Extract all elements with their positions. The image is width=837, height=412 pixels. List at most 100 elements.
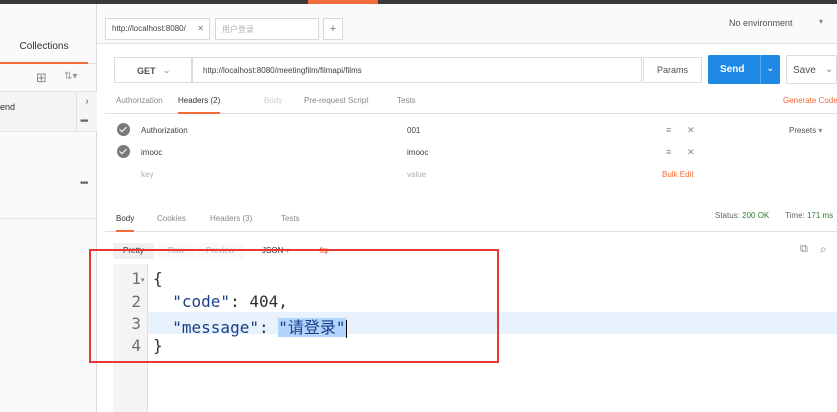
chevron-down-icon[interactable]: ⌄ xyxy=(825,64,833,75)
status-label: Status: xyxy=(715,211,740,220)
tab-collections[interactable]: Collections xyxy=(0,40,88,64)
params-button[interactable]: Params xyxy=(643,57,702,83)
drag-handle-icon[interactable]: ≡ xyxy=(666,147,671,157)
header-row: imooc imooc ≡ ✕ xyxy=(105,142,837,164)
line-gutter: 1 ▾ 2 3 4 xyxy=(113,264,148,412)
json-comma: , xyxy=(278,292,288,311)
generate-code-link[interactable]: Generate Code xyxy=(783,96,837,105)
view-preview-button[interactable]: Preview xyxy=(196,243,245,259)
sidebar: Collections ⊞ ⇅▾ end › ••• ••• xyxy=(0,4,97,412)
chevron-down-icon: ▾ xyxy=(285,246,290,255)
code-line: "message": "请登录" xyxy=(153,314,347,338)
line-number: 1 xyxy=(131,269,141,288)
format-select[interactable]: JSON ▾ xyxy=(262,246,290,255)
request-tab[interactable]: 用户登录 xyxy=(215,18,319,40)
delete-icon[interactable]: ✕ xyxy=(687,147,695,158)
tab-response-headers-label: Headers xyxy=(210,214,241,223)
line-number: 2 xyxy=(131,292,141,311)
header-row-new: key value Bulk Edit xyxy=(105,164,837,186)
json-string-selected: "请登录" xyxy=(278,318,346,337)
time-label: Time: xyxy=(785,211,805,220)
header-row: Authorization 001 ≡ ✕ Presets ▾ xyxy=(105,120,837,142)
close-icon[interactable]: ✕ xyxy=(197,24,204,33)
method-select[interactable]: GET ⌄ xyxy=(114,57,192,83)
json-key: "message" xyxy=(172,318,259,337)
code-line: "code": 404, xyxy=(153,292,288,311)
header-key[interactable]: Authorization xyxy=(141,126,188,135)
json-brace: } xyxy=(153,336,163,355)
presets-dropdown[interactable]: Presets ▾ xyxy=(789,126,822,135)
tab-response-tests[interactable]: Tests xyxy=(281,214,300,223)
response-body-editor[interactable]: 1 ▾ 2 3 4 { "code": 404, "message": "请登录… xyxy=(113,264,837,412)
view-raw-button[interactable]: Raw xyxy=(158,243,195,259)
response-tabs: Body Cookies Headers (3) Tests Status: 2… xyxy=(105,206,837,232)
more-options-icon[interactable]: ••• xyxy=(80,116,88,127)
more-options-icon[interactable]: ••• xyxy=(80,178,88,189)
sidebar-item-label: end xyxy=(0,102,16,112)
tab-headers-count: (2) xyxy=(210,96,221,105)
new-folder-icon[interactable]: ⊞ xyxy=(36,70,47,86)
tab-headers[interactable]: Headers (2) xyxy=(178,96,221,114)
fold-icon[interactable]: ▾ xyxy=(141,276,145,284)
add-tab-button[interactable]: + xyxy=(323,18,343,40)
header-key-input[interactable]: key xyxy=(141,170,153,179)
header-checkbox[interactable] xyxy=(117,123,130,136)
tab-response-headers[interactable]: Headers (3) xyxy=(210,214,252,223)
tab-prerequest-script[interactable]: Pre-request Script xyxy=(304,96,368,105)
postman-window: Collections ⊞ ⇅▾ end › ••• ••• http://lo… xyxy=(0,0,837,412)
json-key: "code" xyxy=(172,292,231,311)
sidebar-item-collection[interactable]: end › ••• xyxy=(0,92,97,132)
sidebar-divider xyxy=(0,218,97,219)
response-status: Status: 200 OK xyxy=(715,211,769,220)
chevron-down-icon: ▾ xyxy=(818,126,823,135)
sort-icon[interactable]: ⇅▾ xyxy=(64,71,77,82)
wrap-lines-icon[interactable]: ⇆ xyxy=(319,244,328,257)
method-label: GET xyxy=(137,66,156,76)
request-subtabs: Authorization Headers (2) Body Pre-reque… xyxy=(105,90,837,114)
bulk-edit-link[interactable]: Bulk Edit xyxy=(662,170,694,179)
header-checkbox[interactable] xyxy=(117,145,130,158)
view-pretty-button[interactable]: Pretty xyxy=(113,243,154,259)
drag-handle-icon[interactable]: ≡ xyxy=(666,125,671,135)
request-tabstrip: http://localhost:8080/ ✕ 用户登录 + No envir… xyxy=(97,4,837,44)
tab-response-body[interactable]: Body xyxy=(116,214,135,232)
json-colon: : xyxy=(230,292,250,311)
tab-response-headers-count: (3) xyxy=(242,214,253,223)
chevron-glyph: › xyxy=(85,96,89,107)
url-input[interactable]: http://localhost:8080/meetingfilm/filmap… xyxy=(192,57,642,83)
tab-response-cookies[interactable]: Cookies xyxy=(157,214,186,223)
send-label: Send xyxy=(720,64,745,75)
format-label: JSON xyxy=(262,246,284,255)
chevron-down-icon[interactable]: ⌄ xyxy=(766,63,774,74)
line-number: 4 xyxy=(131,336,141,355)
tab-body[interactable]: Body xyxy=(264,96,282,105)
text-cursor xyxy=(345,319,347,338)
environment-select[interactable]: No environment xyxy=(729,18,793,28)
response-viewbar: Pretty Raw Preview JSON ▾ ⇆ ⧉ ⌕ xyxy=(113,242,837,261)
code-line: { xyxy=(153,269,163,288)
header-key[interactable]: imooc xyxy=(141,148,162,157)
header-value-input[interactable]: value xyxy=(407,170,426,179)
json-brace: { xyxy=(153,269,163,288)
json-number: 404 xyxy=(249,292,279,311)
line-number: 3 xyxy=(131,314,141,333)
code-line: } xyxy=(153,336,163,355)
sidebar-tabs: Collections xyxy=(0,30,97,64)
send-button[interactable]: Send ⌄ xyxy=(708,55,780,84)
send-divider xyxy=(760,55,761,84)
sidebar-toolbar: ⊞ ⇅▾ xyxy=(0,64,97,92)
save-label: Save xyxy=(793,65,816,76)
chevron-down-icon[interactable]: ▾ xyxy=(819,17,823,26)
tab-headers-label: Headers xyxy=(178,96,209,105)
search-icon[interactable]: ⌕ xyxy=(820,242,827,257)
header-value[interactable]: imooc xyxy=(407,148,428,157)
tab-authorization[interactable]: Authorization xyxy=(116,96,163,105)
json-colon: : xyxy=(258,318,279,337)
copy-icon[interactable]: ⧉ xyxy=(800,243,808,256)
delete-icon[interactable]: ✕ xyxy=(687,125,695,136)
header-value[interactable]: 001 xyxy=(407,126,420,135)
tab-tests[interactable]: Tests xyxy=(397,96,416,105)
response-time: Time: 171 ms xyxy=(785,211,833,220)
request-tab[interactable]: http://localhost:8080/ ✕ xyxy=(105,18,210,40)
save-button[interactable]: Save ⌄ xyxy=(786,55,837,84)
